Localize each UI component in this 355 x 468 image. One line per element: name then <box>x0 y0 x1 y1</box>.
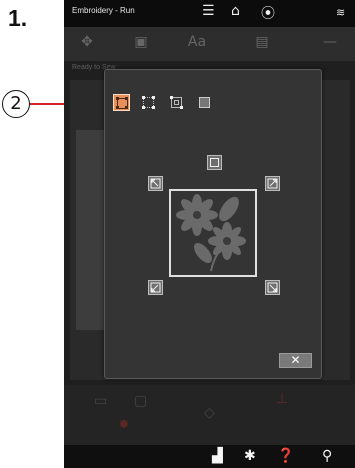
move-bottom-left-button[interactable] <box>148 280 163 295</box>
help-icon[interactable]: ❓ <box>277 448 294 464</box>
machine-icon[interactable]: ⦿ <box>261 3 275 23</box>
stitch-icon[interactable]: ▭ <box>94 393 107 409</box>
wifi-icon: ≋ <box>336 6 346 19</box>
callout-number: 2 <box>2 90 30 118</box>
background-side-panel <box>76 130 106 330</box>
step-number: 1. <box>8 5 28 31</box>
filled-square-icon <box>199 97 210 108</box>
arrow-top-left-icon <box>150 178 161 189</box>
corner-dot <box>142 106 145 109</box>
nav-bar: ▟ ✱ ❓ ⚲ <box>64 445 355 468</box>
arrow-bottom-right-icon <box>267 282 278 293</box>
embroidery-unit-icon[interactable]: ▟ <box>212 448 223 464</box>
needle-icon[interactable]: ⊥ <box>276 391 288 407</box>
center-frame-icon <box>210 158 219 167</box>
menu-icon[interactable]: ☰ <box>202 3 215 19</box>
home-icon[interactable]: ⌂ <box>231 3 240 19</box>
corner-dot <box>125 97 128 100</box>
device-screen: Embroidery - Run ☰ ⌂ ⦿ ≋ ✥ ▣ Aa ▤ — Read… <box>64 0 355 468</box>
text-tab[interactable]: Aa <box>182 34 212 52</box>
trace-filled-outline-button[interactable] <box>196 94 213 111</box>
corner-dot <box>170 96 173 99</box>
corner-dot <box>180 106 183 109</box>
embroidery-preview-frame <box>169 189 257 277</box>
move-bottom-right-button[interactable] <box>265 280 280 295</box>
settings-icon[interactable]: ✱ <box>244 448 256 464</box>
move-icon[interactable]: ◇ <box>204 405 215 421</box>
close-button[interactable]: ✕ <box>279 353 312 368</box>
inner-square-icon <box>174 100 179 105</box>
layout-icon[interactable]: ▤ <box>251 34 273 52</box>
move-top-left-button[interactable] <box>148 176 163 191</box>
corner-dot <box>152 96 155 99</box>
corner-dot <box>116 97 119 100</box>
arrow-bottom-left-icon <box>150 282 161 293</box>
center-frame-button[interactable] <box>207 155 222 170</box>
bottom-controls: ▭ ▢ ◇ ⊥ ✸ <box>64 385 355 445</box>
corner-dot <box>116 106 119 109</box>
status-bar: Embroidery - Run ☰ ⌂ ⦿ ≋ <box>64 0 355 27</box>
trace-corner-points-button[interactable] <box>140 94 157 111</box>
edit-icon[interactable]: ▣ <box>130 34 152 52</box>
move-top-right-button[interactable] <box>265 176 280 191</box>
tools-icon[interactable]: ✥ <box>76 34 98 52</box>
corner-dot <box>142 96 145 99</box>
tool-bar: ✥ ▣ Aa ▤ — <box>64 27 355 61</box>
corner-dot <box>152 106 155 109</box>
app-title: Embroidery - Run <box>72 6 135 15</box>
flower-design-image <box>176 194 246 272</box>
trace-dialog: ✕ <box>104 69 322 379</box>
corner-dot <box>125 106 128 109</box>
trace-icon[interactable]: ▢ <box>134 393 147 409</box>
trace-corners-outline-button[interactable] <box>113 94 130 111</box>
sun-icon[interactable]: ✸ <box>118 417 130 433</box>
collapse-icon[interactable]: — <box>319 34 341 52</box>
arrow-top-right-icon <box>267 178 278 189</box>
trace-inner-outline-button[interactable] <box>168 94 185 111</box>
tool-icon[interactable]: ⚲ <box>322 448 332 464</box>
